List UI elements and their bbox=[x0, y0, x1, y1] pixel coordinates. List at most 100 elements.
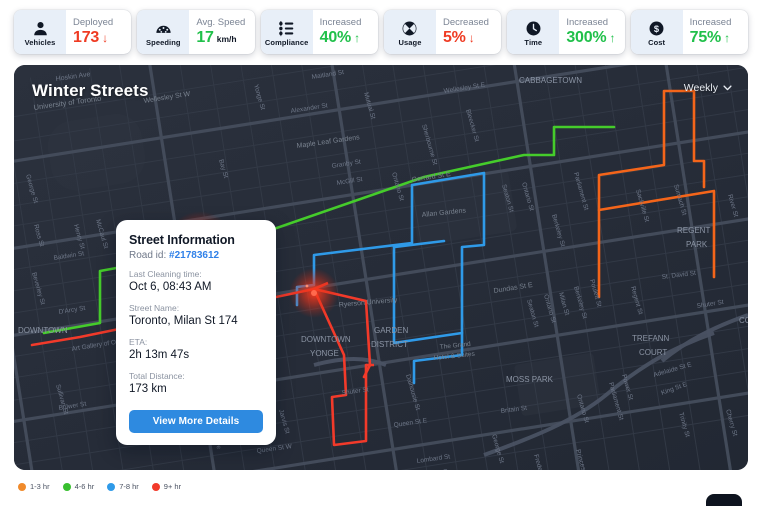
map-street-label: CORK bbox=[739, 316, 748, 325]
kpi-card-speeding[interactable]: Speeding Avg. Speed 17 km/h bbox=[137, 10, 255, 54]
kpi-value-row: 173 ↓ bbox=[73, 29, 131, 47]
kpi-icon-area: Speeding bbox=[137, 10, 190, 54]
kpi-icon-area: Vehicles bbox=[14, 10, 66, 54]
popup-road-id-label: Road id: bbox=[129, 250, 167, 261]
chevron-down-icon bbox=[723, 85, 732, 91]
popup-field-label: ETA: bbox=[129, 337, 148, 347]
map-street-label: DISTRICT bbox=[371, 340, 408, 349]
piechart-icon bbox=[400, 20, 419, 37]
map-hotspot-core-2 bbox=[311, 290, 317, 296]
period-label: Weekly bbox=[683, 82, 718, 94]
legend-label: 9+ hr bbox=[163, 482, 182, 491]
kpi-value-area: Increased 75% ↑ bbox=[683, 10, 748, 54]
legend-color-dot bbox=[107, 482, 116, 491]
kpi-unit: km/h bbox=[216, 33, 237, 44]
map-hotspot-spark-2 bbox=[305, 284, 309, 288]
kpi-icon-area: Compliance bbox=[260, 10, 313, 54]
popup-road-id-row: Road id: #21783612 bbox=[129, 250, 263, 261]
kpi-value: 5% bbox=[442, 29, 466, 46]
kpi-label: Time bbox=[524, 37, 543, 47]
map-street-label: TREFANN bbox=[632, 334, 670, 343]
legend-color-dot bbox=[62, 482, 71, 491]
speedometer-icon bbox=[154, 20, 173, 37]
legend-label: 7-8 hr bbox=[119, 482, 139, 491]
trend-up-icon: ↑ bbox=[354, 31, 361, 45]
kpi-value: 173 bbox=[73, 29, 100, 46]
popup-title: Street Information bbox=[129, 233, 235, 247]
kpi-card-time[interactable]: Time Increased 300% ↑ bbox=[507, 10, 625, 54]
popup-field-value: 173 km bbox=[129, 383, 167, 395]
kpi-card-usage[interactable]: Usage Decreased 5% ↓ bbox=[383, 10, 502, 54]
map-street-label: DOWNTOWN bbox=[18, 326, 68, 335]
kpi-value-row: 75% ↑ bbox=[690, 29, 748, 47]
bottom-edge-chip bbox=[706, 494, 742, 506]
kpi-icon-area: Usage bbox=[383, 10, 436, 54]
legend-item[interactable]: 7-8 hr bbox=[107, 482, 139, 491]
legend-label: 4-6 hr bbox=[74, 482, 95, 491]
kpi-value-row: 5% ↓ bbox=[443, 29, 501, 47]
svg-text:$: $ bbox=[654, 24, 660, 34]
map-street-label: MOSS PARK bbox=[506, 375, 554, 384]
popup-field-value: Oct 6, 08:43 AM bbox=[129, 281, 212, 293]
popup-field-value: Toronto, Milan St 174 bbox=[129, 315, 238, 327]
map-street-label: DOWNTOWN bbox=[301, 335, 351, 344]
popup-field: Total Distance: 173 km bbox=[129, 371, 263, 397]
kpi-value-row: 300% ↑ bbox=[566, 29, 624, 47]
map-street-label: GARDEN bbox=[374, 326, 408, 335]
kpi-caption: Increased bbox=[319, 17, 362, 28]
view-more-details-button[interactable]: View More Details bbox=[129, 410, 263, 433]
kpi-label: Vehicles bbox=[24, 37, 56, 47]
popup-field: Street Name: Toronto, Milan St 174 bbox=[129, 303, 263, 329]
kpi-value: 17 bbox=[196, 28, 214, 46]
legend-color-dot bbox=[18, 482, 26, 491]
kpi-icon-area: $ Cost bbox=[630, 10, 683, 54]
map-legend: 1-3 hr 4-6 hr 7-8 hr 9+ hr bbox=[18, 482, 181, 491]
map-street-label: COURT bbox=[639, 348, 667, 357]
kpi-value: 40% bbox=[319, 29, 352, 46]
checklist-icon bbox=[277, 20, 296, 37]
map-street-label: PARK bbox=[686, 240, 708, 249]
kpi-caption: Deployed bbox=[73, 17, 114, 28]
kpi-card-compliance[interactable]: Compliance Increased 40% ↑ bbox=[260, 10, 378, 54]
popup-field-value: 2h 13m 47s bbox=[129, 349, 190, 361]
kpi-value-area: Deployed 173 ↓ bbox=[66, 10, 131, 54]
map-panel[interactable]: Hoskin Ave University of Toronto Wellesley… bbox=[14, 65, 748, 470]
popup-field-label: Street Name: bbox=[129, 303, 180, 313]
popup-road-id-value[interactable]: #21783612 bbox=[169, 250, 219, 261]
popup-fields: Last Cleaning time: Oct 6, 08:43 AM Street… bbox=[129, 269, 263, 397]
period-selector[interactable]: Weekly bbox=[684, 82, 732, 94]
kpi-value-area: Increased 300% ↑ bbox=[559, 10, 624, 54]
kpi-label: Usage bbox=[398, 37, 422, 47]
clock-icon bbox=[524, 20, 543, 37]
kpi-label: Speeding bbox=[146, 37, 181, 47]
dollar-icon: $ bbox=[647, 20, 666, 37]
kpi-card-vehicles[interactable]: Vehicles Deployed 173 ↓ bbox=[14, 10, 132, 54]
kpi-value-area: Increased 40% ↑ bbox=[313, 10, 378, 54]
popup-field: Last Cleaning time: Oct 6, 08:43 AM bbox=[129, 269, 263, 295]
kpi-strip: Vehicles Deployed 173 ↓ Speeding Avg. Speed 17… bbox=[0, 6, 762, 58]
kpi-card-cost[interactable]: $ Cost Increased 75% ↑ bbox=[630, 10, 748, 54]
map-street-label: YONGE bbox=[310, 349, 339, 358]
kpi-caption: Avg. Speed bbox=[196, 16, 246, 28]
trend-down-icon: ↓ bbox=[468, 31, 475, 45]
legend-label: 1-3 hr bbox=[30, 482, 50, 491]
kpi-value-area: Avg. Speed 17 km/h bbox=[189, 10, 254, 54]
legend-item[interactable]: 9+ hr bbox=[151, 482, 182, 491]
kpi-value-area: Decreased 5% ↓ bbox=[436, 10, 501, 54]
person-icon bbox=[31, 20, 50, 37]
dashboard-root: Vehicles Deployed 173 ↓ Speeding Avg. Speed 17… bbox=[0, 0, 762, 506]
trend-down-icon: ↓ bbox=[102, 31, 109, 45]
kpi-value: 75% bbox=[689, 29, 722, 46]
kpi-label: Cost bbox=[648, 37, 666, 47]
popup-field-label: Last Cleaning time: bbox=[129, 269, 202, 279]
kpi-value: 300% bbox=[566, 29, 607, 46]
map-title: Winter Streets bbox=[32, 81, 149, 100]
kpi-icon-area: Time bbox=[507, 10, 560, 54]
kpi-label: Compliance bbox=[264, 37, 309, 47]
street-information-popup[interactable]: Street Information Road id: #21783612 La… bbox=[116, 220, 276, 445]
kpi-value-row: 40% ↑ bbox=[320, 29, 378, 47]
kpi-caption: Decreased bbox=[442, 17, 489, 28]
legend-item[interactable]: 1-3 hr bbox=[18, 482, 50, 491]
popup-field: ETA: 2h 13m 47s bbox=[129, 337, 263, 363]
legend-item[interactable]: 4-6 hr bbox=[62, 482, 95, 491]
